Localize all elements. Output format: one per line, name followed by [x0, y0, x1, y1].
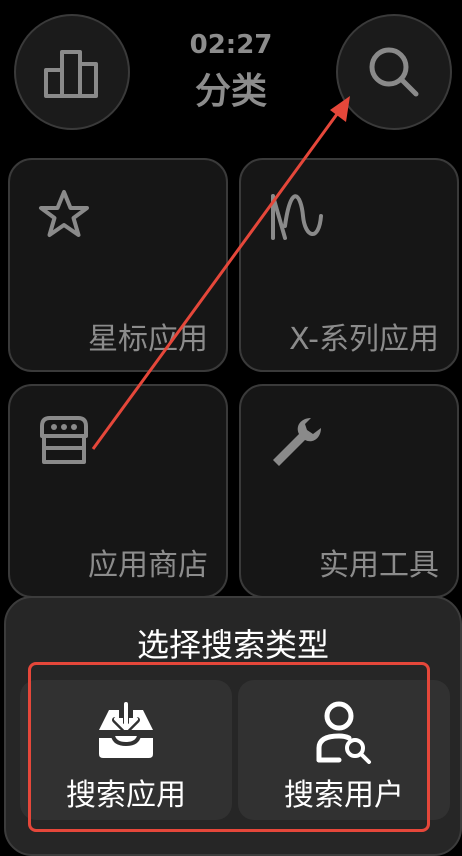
- search-apps-option[interactable]: 搜索应用: [20, 680, 232, 820]
- tile-label: 实用工具: [319, 548, 439, 583]
- search-type-sheet: 选择搜索类型 搜索应用 搜索用户: [4, 596, 462, 856]
- search-icon: [369, 47, 419, 97]
- search-users-option[interactable]: 搜索用户: [238, 680, 450, 820]
- user-search-icon: [316, 701, 371, 764]
- tile-x-series-apps[interactable]: X-系列应用: [239, 158, 459, 372]
- tile-utilities[interactable]: 实用工具: [239, 384, 459, 598]
- wrench-icon: [273, 418, 321, 466]
- tile-starred-apps[interactable]: 星标应用: [8, 158, 228, 372]
- tile-label: 应用商店: [88, 548, 208, 583]
- sheet-title: 选择搜索类型: [136, 626, 329, 664]
- download-tray-icon: [99, 701, 153, 758]
- search-users-label: 搜索用户: [284, 778, 404, 813]
- star-icon: [39, 190, 89, 237]
- search-apps-label: 搜索应用: [66, 778, 186, 813]
- store-icon: [40, 416, 88, 464]
- tile-label: 星标应用: [88, 322, 208, 357]
- waveform-icon: [271, 194, 323, 240]
- tile-app-store[interactable]: 应用商店: [8, 384, 228, 598]
- search-button[interactable]: [336, 14, 452, 130]
- tile-label: X-系列应用: [289, 322, 439, 357]
